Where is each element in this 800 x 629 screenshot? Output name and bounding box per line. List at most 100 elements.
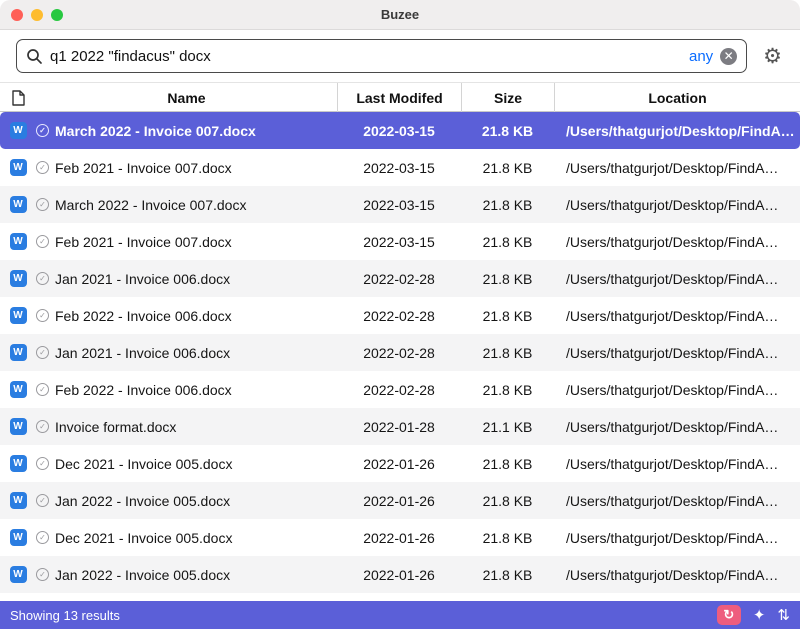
checkmark-icon: ✓ <box>36 272 49 285</box>
checkmark-icon: ✓ <box>36 494 49 507</box>
refresh-icon[interactable]: ↻ <box>717 605 741 625</box>
table-row[interactable]: W✓Invoice format.docx2022-01-2821.1 KB/U… <box>0 408 800 445</box>
table-row[interactable]: W✓ Feb 2021 - Invoice 007.docx 2022-03-152… <box>0 149 800 186</box>
word-file-icon: W <box>0 455 36 472</box>
zoom-window-button[interactable] <box>51 9 63 21</box>
sparkles-icon[interactable]: ✦ <box>753 608 766 623</box>
word-file-icon: W <box>0 529 36 546</box>
modified-date: 2022-03-15 <box>337 123 461 139</box>
file-name: Feb 2022 - Invoice 006.docx <box>55 382 232 398</box>
table-row[interactable]: W✓ Jan 2022 - Invoice 005.docx 2022-01-262… <box>0 482 800 519</box>
checkmark-icon: ✓ <box>36 383 49 396</box>
table-row[interactable]: W✓Feb 2021 - Invoice 007.docx2022-03-152… <box>0 223 800 260</box>
modified-date: 2022-02-28 <box>337 308 461 324</box>
file-size: 21.8 KB <box>461 567 554 583</box>
word-file-icon: W <box>0 344 36 361</box>
modified-date: 2022-02-28 <box>337 345 461 361</box>
file-size: 21.8 KB <box>461 382 554 398</box>
word-file-icon: W <box>0 492 36 509</box>
word-file-icon: W <box>0 233 36 250</box>
window-title: Buzee <box>381 7 419 22</box>
file-name-cell: ✓ Feb 2021 - Invoice 007.docx <box>36 160 337 176</box>
checkmark-icon: ✓ <box>36 161 49 174</box>
table-row[interactable]: W✓ Dec 2021 - Invoice 005.docx 2022-01-262… <box>0 445 800 482</box>
file-size: 21.8 KB <box>461 493 554 509</box>
file-size: 21.8 KB <box>461 456 554 472</box>
window-controls <box>11 9 63 21</box>
file-name-cell: ✓Feb 2021 - Invoice 007.docx <box>36 234 337 250</box>
file-location: /Users/thatgurjot/Desktop/FindA… <box>554 271 800 287</box>
checkmark-icon: ✓ <box>36 198 49 211</box>
status-bar: Showing 13 results ↻ ✦ ⇅ <box>0 601 800 629</box>
file-name: Jan 2021 - Invoice 006.docx <box>55 345 230 361</box>
file-name-cell: ✓ Jan 2022 - Invoice 005.docx <box>36 493 337 509</box>
file-name: Feb 2022 - Invoice 006.docx <box>55 308 232 324</box>
file-size: 21.8 KB <box>461 530 554 546</box>
file-location: /Users/thatgurjot/Desktop/FindA… <box>554 197 800 213</box>
column-header-location[interactable]: Location <box>554 83 800 113</box>
table-row[interactable]: W✓ Jan 2021 - Invoice 006.docx 2022-02-282… <box>0 334 800 371</box>
table-row[interactable]: W✓March 2022 - Invoice 007.docx2022-03-1… <box>0 186 800 223</box>
file-name-cell: ✓ Invoice format.docx <box>36 419 337 435</box>
app-window: Buzee any ✕ ⚙ Name Last Modifed Size <box>0 0 800 629</box>
checkmark-icon: ✓ <box>36 420 49 433</box>
column-header-name[interactable]: Name <box>36 83 337 113</box>
minimize-window-button[interactable] <box>31 9 43 21</box>
file-size: 21.8 KB <box>461 271 554 287</box>
search-input[interactable] <box>50 48 682 65</box>
file-name: Invoice format.docx <box>55 419 176 435</box>
file-name: Feb 2021 - Invoice 007.docx <box>55 160 232 176</box>
fit-rows-icon[interactable]: ⇅ <box>777 608 790 623</box>
table-row[interactable]: W✓Dec 2021 - Invoice 005.docx2022-01-262… <box>0 519 800 556</box>
file-name: Dec 2021 - Invoice 005.docx <box>55 530 232 546</box>
modified-date: 2022-01-28 <box>337 419 461 435</box>
modified-date: 2022-03-15 <box>337 160 461 176</box>
file-size: 21.8 KB <box>461 308 554 324</box>
table-row[interactable]: W✓Jan 2021 - Invoice 006.docx2022-02-282… <box>0 260 800 297</box>
file-location: /Users/thatgurjot/Desktop/FindA… <box>554 456 800 472</box>
file-name-cell: ✓ Feb 2022 - Invoice 006.docx <box>36 308 337 324</box>
file-size: 21.8 KB <box>461 160 554 176</box>
modified-date: 2022-02-28 <box>337 271 461 287</box>
search-icon <box>26 48 43 65</box>
table-row[interactable]: W✓Feb 2022 - Invoice 006.docx2022-02-282… <box>0 371 800 408</box>
file-size: 21.8 KB <box>461 197 554 213</box>
modified-date: 2022-03-15 <box>337 234 461 250</box>
file-location: /Users/thatgurjot/Desktop/FindA… <box>554 493 800 509</box>
checkmark-icon: ✓ <box>36 346 49 359</box>
table-row[interactable]: W✓Jan 2022 - Invoice 005.docx2022-01-262… <box>0 556 800 593</box>
modified-date: 2022-01-26 <box>337 456 461 472</box>
modified-date: 2022-01-26 <box>337 567 461 583</box>
modified-date: 2022-01-26 <box>337 493 461 509</box>
file-size: 21.8 KB <box>461 345 554 361</box>
search-scope-toggle[interactable]: any <box>689 48 713 65</box>
file-name: Jan 2022 - Invoice 005.docx <box>55 567 230 583</box>
file-location: /Users/thatgurjot/Desktop/FindA… <box>554 419 800 435</box>
checkmark-icon: ✓ <box>36 309 49 322</box>
clear-search-icon[interactable]: ✕ <box>720 48 737 65</box>
modified-date: 2022-03-15 <box>337 197 461 213</box>
column-header-size[interactable]: Size <box>461 83 554 113</box>
checkmark-icon: ✓ <box>36 124 49 137</box>
settings-gear-icon[interactable]: ⚙ <box>763 46 782 67</box>
search-box[interactable]: any ✕ <box>16 39 747 73</box>
file-location: /Users/thatgurjot/Desktop/FindA… <box>554 123 800 139</box>
column-header-modified[interactable]: Last Modifed <box>337 83 461 113</box>
table-header: Name Last Modifed Size Location <box>0 82 800 112</box>
table-row[interactable]: W✓March 2022 - Invoice 007.docx2022-03-1… <box>0 112 800 149</box>
word-file-icon: W <box>0 307 36 324</box>
table-row[interactable]: W✓ Feb 2022 - Invoice 006.docx 2022-02-282… <box>0 297 800 334</box>
title-bar: Buzee <box>0 0 800 30</box>
file-name-cell: ✓ Jan 2021 - Invoice 006.docx <box>36 345 337 361</box>
file-size: 21.8 KB <box>461 123 554 139</box>
file-name-cell: ✓ Dec 2021 - Invoice 005.docx <box>36 456 337 472</box>
file-name: Dec 2021 - Invoice 005.docx <box>55 456 232 472</box>
checkmark-icon: ✓ <box>36 457 49 470</box>
checkmark-icon: ✓ <box>36 531 49 544</box>
word-file-icon: W <box>0 159 36 176</box>
file-name-cell: ✓ Dec 2021 - Invoice 005.docx <box>36 530 337 546</box>
file-size: 21.8 KB <box>461 234 554 250</box>
file-name: Jan 2022 - Invoice 005.docx <box>55 493 230 509</box>
file-location: /Users/thatgurjot/Desktop/FindA… <box>554 160 800 176</box>
close-window-button[interactable] <box>11 9 23 21</box>
